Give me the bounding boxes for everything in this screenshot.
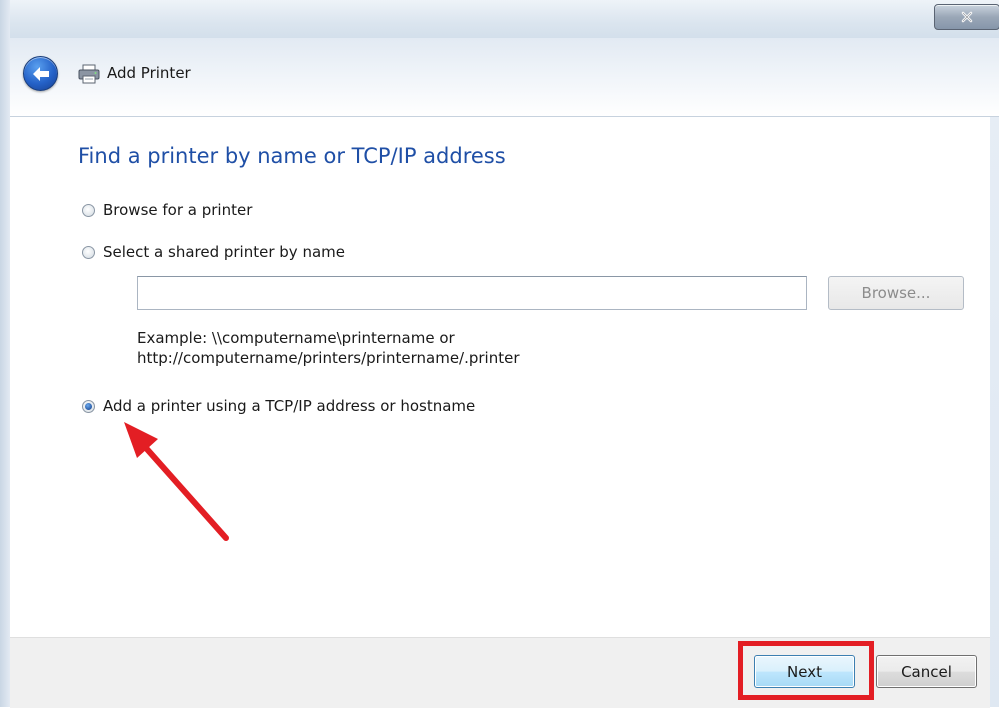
close-icon (961, 11, 973, 23)
cancel-button[interactable]: Cancel (876, 655, 977, 688)
close-button[interactable] (934, 4, 999, 30)
printer-icon (78, 64, 100, 84)
window-border (0, 0, 10, 707)
annotation-highlight-box (738, 641, 874, 700)
option-shared-printer-label: Select a shared printer by name (103, 243, 345, 261)
page-heading: Find a printer by name or TCP/IP address (78, 144, 506, 168)
add-printer-window: Add Printer Find a printer by name or TC… (0, 0, 999, 708)
example-text: Example: \\computername\printername or h… (137, 328, 520, 368)
back-arrow-icon (32, 66, 49, 81)
option-tcpip-printer-label: Add a printer using a TCP/IP address or … (103, 397, 476, 415)
radio-shared-printer[interactable] (82, 245, 95, 259)
example-line-2: http://computername/printers/printername… (137, 349, 520, 367)
back-button[interactable] (23, 56, 58, 91)
option-browse-printer[interactable]: Browse for a printer (82, 201, 252, 219)
option-browse-printer-label: Browse for a printer (103, 201, 253, 219)
title-bar[interactable] (10, 0, 999, 38)
dialog-title: Add Printer (107, 64, 191, 82)
annotation-arrow (124, 422, 229, 541)
radio-browse-printer[interactable] (82, 203, 95, 217)
shared-printer-name-input[interactable] (137, 276, 807, 310)
wizard-content: Find a printer by name or TCP/IP address… (10, 117, 990, 637)
wizard-header: Add Printer (10, 38, 999, 117)
wizard-footer: Next Cancel (10, 637, 990, 708)
option-tcpip-printer[interactable]: Add a printer using a TCP/IP address or … (82, 397, 475, 415)
browse-button[interactable]: Browse... (828, 276, 964, 310)
option-shared-printer[interactable]: Select a shared printer by name (82, 243, 345, 261)
radio-tcpip-printer[interactable] (82, 399, 95, 413)
example-line-1: Example: \\computername\printername or (137, 329, 455, 347)
